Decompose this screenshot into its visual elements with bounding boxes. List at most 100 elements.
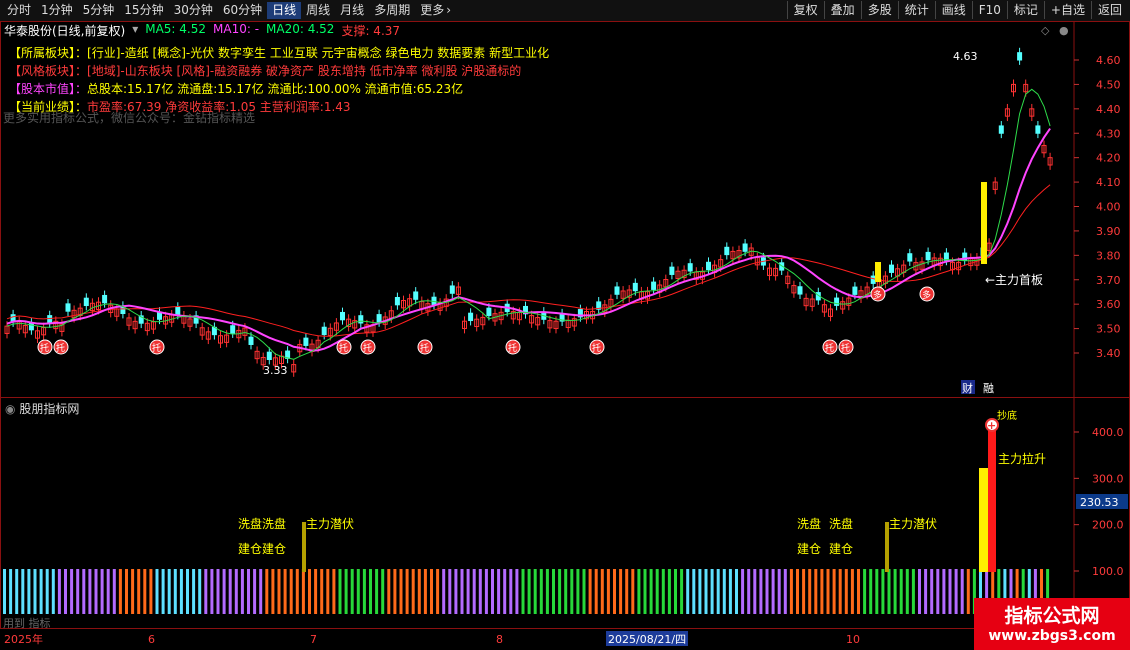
indicator-bar bbox=[21, 569, 25, 614]
indicator-bar bbox=[356, 569, 360, 614]
x-axis-label-2: 7 bbox=[310, 633, 317, 646]
indicator-bar bbox=[405, 569, 409, 614]
indicator-bar bbox=[887, 569, 891, 614]
indicator-bar bbox=[448, 569, 452, 614]
indicator-bar bbox=[570, 569, 574, 614]
plus-glyph: + bbox=[987, 419, 996, 432]
candle-body bbox=[468, 312, 474, 322]
indicator-bar bbox=[747, 569, 751, 614]
main-chart-panel[interactable]: 4.60 4.50 4.40 4.30 4.20 4.10 4.00 3.90 3.80 3.70… bbox=[0, 21, 1130, 398]
indicator-bar bbox=[155, 569, 159, 614]
candle-body bbox=[925, 251, 931, 261]
price-tick-label: 4.00 bbox=[1096, 201, 1121, 214]
indicator-bar bbox=[820, 569, 824, 614]
indicator-bar bbox=[686, 569, 690, 614]
toolbar-button-8[interactable]: 返回 bbox=[1090, 1, 1128, 19]
indicator-bar bbox=[125, 569, 128, 614]
tab-1[interactable]: 1分钟 bbox=[36, 2, 78, 19]
indicator-bar bbox=[966, 569, 970, 614]
indicator-bar bbox=[411, 569, 415, 614]
indicator-bar bbox=[857, 569, 860, 614]
indicator-bar bbox=[222, 569, 226, 614]
indicator-bar bbox=[301, 569, 305, 614]
price-tick-label: 4.60 bbox=[1096, 54, 1121, 67]
tab-7[interactable]: 周线 bbox=[301, 2, 335, 19]
indicator-bar bbox=[869, 569, 873, 614]
tab-3[interactable]: 15分钟 bbox=[119, 2, 168, 19]
xipan-label-2a: 洗盘 bbox=[797, 516, 821, 531]
candle-body bbox=[614, 286, 620, 295]
info-row-0: 【所属板块】：[行业]-造纸 [概念]-光伏 数字孪生 工业互联 元宇宙概念 绿… bbox=[9, 44, 549, 62]
indicator-bar bbox=[387, 569, 391, 614]
candle-body bbox=[907, 253, 913, 262]
toolbar-button-7[interactable]: +自选 bbox=[1043, 1, 1091, 19]
indicator-bar bbox=[112, 569, 116, 614]
indicator-bar bbox=[905, 569, 909, 614]
indicator-bar bbox=[942, 569, 946, 614]
indicator-bar bbox=[735, 569, 738, 614]
candle-body bbox=[998, 125, 1004, 134]
indicator-bar bbox=[39, 569, 43, 614]
indicator-bar bbox=[643, 569, 647, 614]
indicator-chart[interactable]: 400.0 300.0 200.0 100.0 230.53 +抄底洗盘洗盘建仓建仓 主力潜… bbox=[1, 398, 1129, 628]
indicator-bar bbox=[350, 569, 354, 614]
indicator-bar bbox=[253, 569, 257, 614]
indicator-bar bbox=[515, 569, 519, 614]
tab-8[interactable]: 月线 bbox=[335, 2, 369, 19]
candle-body bbox=[449, 285, 455, 294]
indicator-bar bbox=[375, 569, 379, 614]
tab-10[interactable]: 更多 › bbox=[415, 2, 456, 19]
indicator-bar bbox=[680, 569, 684, 614]
tab-2[interactable]: 5分钟 bbox=[78, 2, 120, 19]
settings-circle-icon[interactable]: ◉ bbox=[5, 402, 15, 416]
toolbar-button-4[interactable]: 画线 bbox=[934, 1, 972, 19]
candle-body bbox=[1035, 125, 1041, 134]
indicator-bar bbox=[173, 569, 177, 614]
candle-body bbox=[834, 297, 840, 306]
indicator-bar bbox=[655, 569, 659, 614]
indicator-bar bbox=[308, 569, 311, 614]
info-value: [行业]-造纸 [概念]-光伏 数字孪生 工业互联 元宇宙概念 绿色电力 数据要… bbox=[87, 46, 550, 60]
indicator-bar bbox=[344, 569, 348, 614]
x-axis: 2025年 6 7 8 2025/08/21/四 10 bbox=[0, 629, 1130, 650]
tab-5[interactable]: 60分钟 bbox=[218, 2, 267, 19]
indicator-bar bbox=[106, 569, 110, 614]
toolbar-button-2[interactable]: 多股 bbox=[860, 1, 898, 19]
indicator-bar bbox=[552, 569, 555, 614]
indicator-bar bbox=[100, 569, 104, 614]
tuo-marker-label: 托 bbox=[841, 342, 850, 354]
indicator-bar bbox=[594, 569, 598, 614]
indicator-bar bbox=[783, 569, 787, 614]
duo-marker-label: 多 bbox=[873, 289, 882, 301]
tab-9[interactable]: 多周期 bbox=[369, 2, 415, 19]
indicator-bar bbox=[613, 569, 616, 614]
low-price-label: 3.33 bbox=[263, 364, 288, 377]
lasheng-bar-yellow bbox=[979, 468, 988, 572]
toolbar-button-0[interactable]: 复权 bbox=[786, 1, 824, 19]
toolbar-button-3[interactable]: 统计 bbox=[897, 1, 935, 19]
highlight-candle-2 bbox=[981, 182, 987, 264]
candle-body bbox=[47, 315, 53, 324]
tab-6[interactable]: 日线 bbox=[267, 2, 302, 19]
indicator-bar bbox=[15, 569, 19, 614]
candle-body bbox=[852, 286, 858, 295]
indicator-bar bbox=[57, 569, 61, 614]
indicator-bar bbox=[924, 569, 928, 614]
indicator-panel[interactable]: 400.0 300.0 200.0 100.0 230.53 + 抄底 洗盘洗盘 建仓建仓 主力潜… bbox=[0, 397, 1130, 629]
toolbar-button-5[interactable]: F10 bbox=[971, 1, 1007, 19]
candle-body bbox=[321, 326, 327, 336]
indicator-bar bbox=[216, 569, 220, 614]
site-logo: 指标公式网 www.zbgs3.com bbox=[974, 598, 1130, 650]
tab-4[interactable]: 30分钟 bbox=[169, 2, 218, 19]
indicator-bar bbox=[722, 569, 726, 614]
tab-0[interactable]: 分时 bbox=[2, 2, 36, 19]
indicator-bar bbox=[265, 569, 269, 614]
diamond-icon: ◇ bbox=[1041, 24, 1050, 37]
indicator-bar bbox=[149, 569, 153, 614]
toolbar-button-1[interactable]: 叠加 bbox=[823, 1, 861, 19]
indicator-bar bbox=[704, 569, 708, 614]
indicator-bar bbox=[789, 569, 793, 614]
indicator-bar bbox=[918, 569, 921, 614]
toolbar-button-6[interactable]: 标记 bbox=[1006, 1, 1044, 19]
price-tick-label: 3.90 bbox=[1096, 225, 1121, 238]
